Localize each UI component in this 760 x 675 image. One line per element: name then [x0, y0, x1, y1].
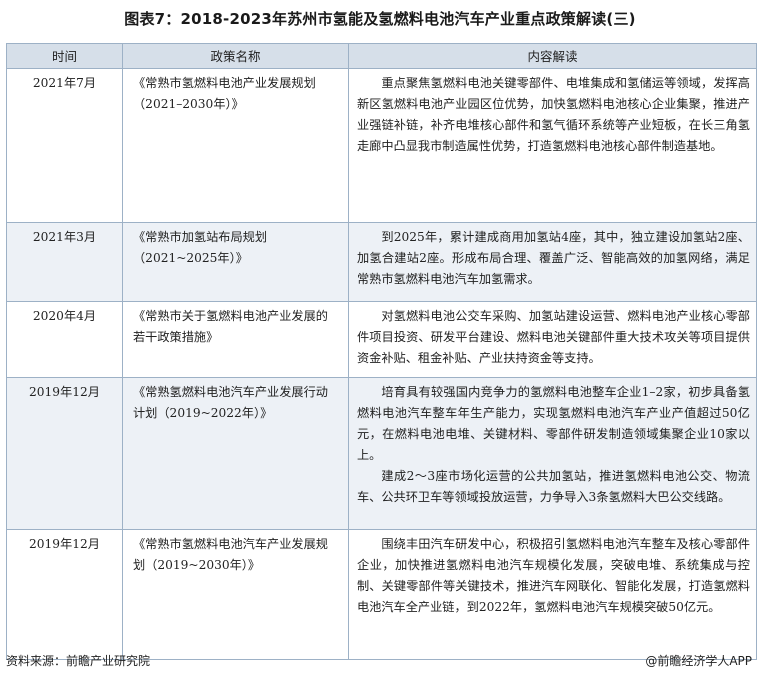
- table-row: 2019年12月 《常熟市氢燃料电池汽车产业发展规划（2019~2030年）》 …: [6, 529, 757, 660]
- content-paragraph: 对氢燃料电池公交车采购、加氢站建设运营、燃料电池产业核心零部件项目投资、研发平台…: [357, 309, 750, 365]
- row-policy: 《常熟市氢燃料电池产业发展规划（2021–2030年）》: [122, 68, 349, 223]
- row-content: 围绕丰田汽车研发中心，积极招引氢燃料电池汽车整车及核心零部件企业，加快推进氢燃料…: [348, 529, 757, 660]
- table-row: 2019年12月 《常熟氢燃料电池汽车产业发展行动计划（2019~2022年）》…: [6, 377, 757, 530]
- page-title: 图表7：2018-2023年苏州市氢能及氢燃料电池汽车产业重点政策解读(三): [124, 10, 636, 28]
- content-paragraph: 重点聚焦氢燃料电池关键零部件、电堆集成和氢储运等领域，发挥高新区氢燃料电池产业园…: [357, 76, 750, 153]
- row-content: 到2025年，累计建成商用加氢站4座，其中，独立建设加氢站2座、加氢合建站2座。…: [348, 222, 757, 302]
- row-policy: 《常熟市加氢站布局规划（2021~2025年）》: [122, 222, 349, 302]
- row-date: 2021年3月: [6, 222, 123, 302]
- row-date: 2019年12月: [6, 377, 123, 530]
- content-paragraph: 到2025年，累计建成商用加氢站4座，其中，独立建设加氢站2座、加氢合建站2座。…: [357, 230, 750, 286]
- row-content: 培育具有较强国内竞争力的氢燃料电池整车企业1–2家，初步具备氢燃料电池汽车整车年…: [348, 377, 757, 530]
- content-paragraph: 建成2～3座市场化运营的公共加氢站，推进氢燃料电池公交、物流车、公共环卫车等领域…: [357, 469, 750, 504]
- table-row: 2021年7月 《常熟市氢燃料电池产业发展规划（2021–2030年）》 重点聚…: [6, 68, 757, 223]
- table-row: 2020年4月 《常熟市关于氢燃料电池产业发展的若干政策措施》 对氢燃料电池公交…: [6, 301, 757, 378]
- row-date: 2019年12月: [6, 529, 123, 660]
- row-policy: 《常熟市关于氢燃料电池产业发展的若干政策措施》: [122, 301, 349, 378]
- table-row: 2021年3月 《常熟市加氢站布局规划（2021~2025年）》 到2025年，…: [6, 222, 757, 302]
- source-note: 资料来源：前瞻产业研究院: [6, 654, 151, 668]
- header-date: 时间: [6, 43, 123, 69]
- row-content: 重点聚焦氢燃料电池关键零部件、电堆集成和氢储运等领域，发挥高新区氢燃料电池产业园…: [348, 68, 757, 223]
- table-header-row: 时间 政策名称 内容解读: [6, 43, 757, 69]
- content-paragraph: 培育具有较强国内竞争力的氢燃料电池整车企业1–2家，初步具备氢燃料电池汽车整车年…: [357, 385, 750, 462]
- row-content: 对氢燃料电池公交车采购、加氢站建设运营、燃料电池产业核心零部件项目投资、研发平台…: [348, 301, 757, 378]
- brand-credit: @前瞻经济学人APP: [645, 654, 752, 668]
- row-date: 2021年7月: [6, 68, 123, 223]
- policy-table: 时间 政策名称 内容解读 2021年7月 《常熟市氢燃料电池产业发展规划（202…: [6, 43, 757, 660]
- row-policy: 《常熟氢燃料电池汽车产业发展行动计划（2019~2022年）》: [122, 377, 349, 530]
- content-paragraph: 围绕丰田汽车研发中心，积极招引氢燃料电池汽车整车及核心零部件企业，加快推进氢燃料…: [357, 537, 750, 614]
- row-date: 2020年4月: [6, 301, 123, 378]
- row-policy: 《常熟市氢燃料电池汽车产业发展规划（2019~2030年）》: [122, 529, 349, 660]
- policy-table-container: 时间 政策名称 内容解读 2021年7月 《常熟市氢燃料电池产业发展规划（202…: [6, 43, 757, 660]
- header-content: 内容解读: [348, 43, 757, 69]
- header-policy: 政策名称: [122, 43, 349, 69]
